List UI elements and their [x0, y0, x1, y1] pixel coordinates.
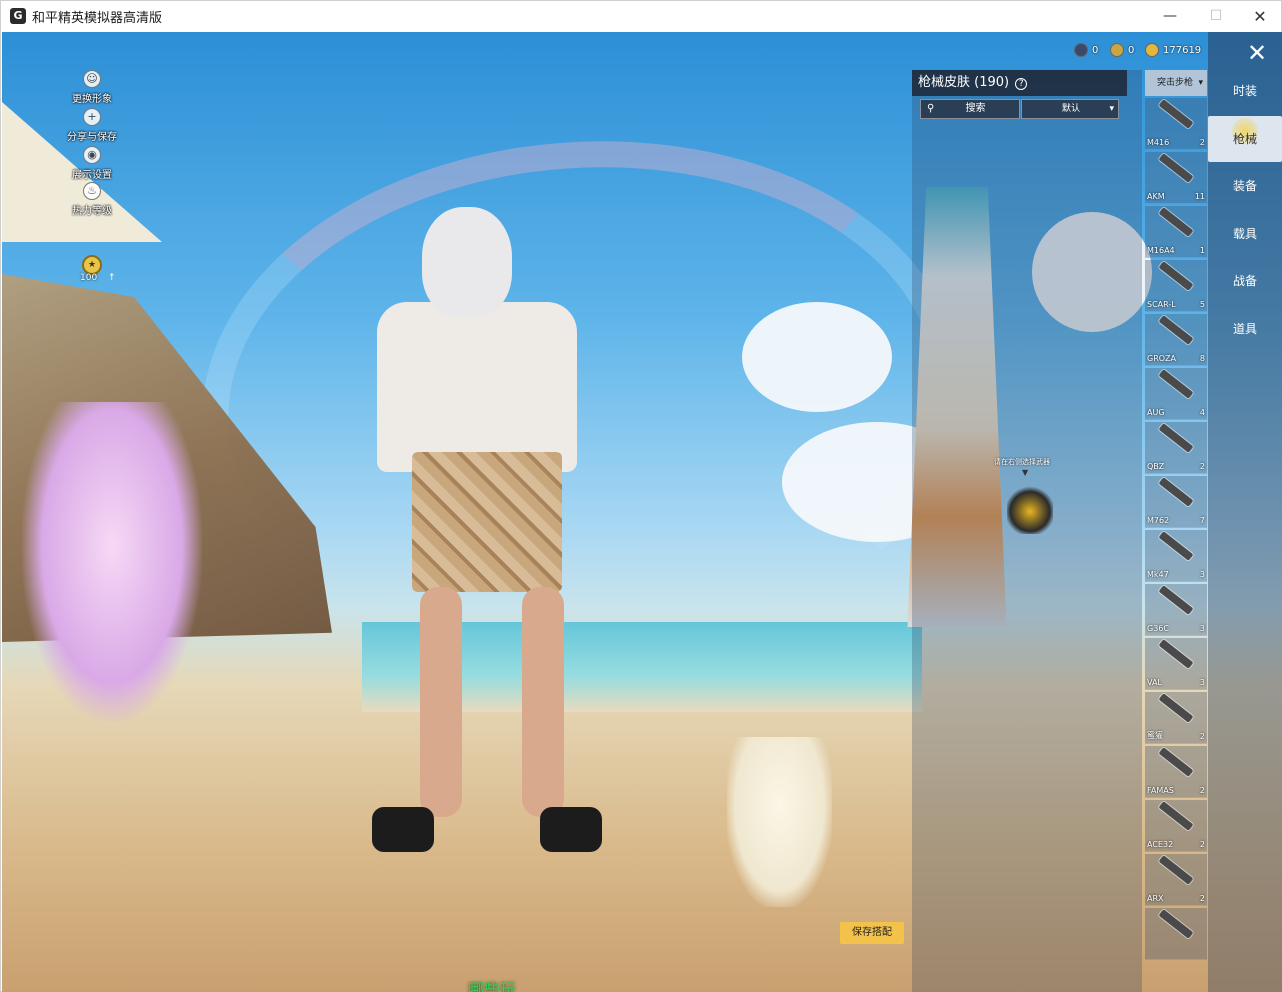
level-value: 100	[80, 273, 98, 283]
weapon-item-mk47[interactable]: Mk47 3	[1145, 530, 1207, 582]
character-head	[422, 207, 512, 317]
down-arrow-icon: ▼	[1022, 468, 1029, 477]
close-panel-icon[interactable]: ✕	[1242, 40, 1272, 66]
nav-tab-fashion[interactable]: 时装	[1208, 68, 1282, 114]
maximize-button[interactable]: ☐	[1193, 1, 1239, 31]
gold-coin-icon	[1145, 43, 1159, 57]
currency-item: 0	[1074, 42, 1098, 58]
plus-icon: +	[83, 108, 101, 126]
app-logo-icon: G	[10, 8, 26, 24]
weapon-item-aug[interactable]: AUG 4	[1145, 368, 1207, 420]
rifle-icon	[1158, 153, 1194, 183]
heat-level-button[interactable]: ♨ 热力等级	[60, 182, 124, 217]
rifle-icon	[1158, 261, 1194, 291]
weapon-item-famas[interactable]: FAMAS 2	[1145, 746, 1207, 798]
search-placeholder: 搜索	[965, 103, 986, 114]
search-icon: ⚲	[927, 103, 935, 114]
character-shoe	[372, 807, 434, 852]
weapon-item-m16a4[interactable]: M16A4 1	[1145, 206, 1207, 258]
eye-icon: ◉	[83, 146, 101, 164]
save-outfit-button[interactable]: 保存搭配	[840, 922, 904, 944]
nav-tab-weapons[interactable]: 枪械	[1208, 116, 1282, 162]
weapon-type-dropdown[interactable]: 突击步枪 ▾	[1145, 70, 1207, 96]
rifle-icon	[1158, 369, 1194, 399]
close-window-button[interactable]: ✕	[1237, 1, 1282, 31]
bottom-banner-text: 哪些玩	[468, 980, 517, 992]
weapon-item-g36c[interactable]: G36C 3	[1145, 584, 1207, 636]
sort-dropdown[interactable]: 默认 ▾	[1021, 99, 1119, 119]
rifle-icon	[1158, 315, 1194, 345]
character-leg	[420, 587, 462, 817]
rifle-icon	[1158, 747, 1194, 777]
weapon-item-scar-l[interactable]: SCAR-L 5	[1145, 260, 1207, 312]
rifle-icon	[1158, 585, 1194, 615]
app-window: G 和平精英模拟器高清版 — ☐ ✕ ☺ 更换形象 + 分享与保存 ◉ 展示设置…	[0, 0, 1282, 992]
nav-tab-items[interactable]: 道具	[1208, 306, 1282, 352]
window-title: 和平精英模拟器高清版	[32, 10, 163, 26]
cloud	[742, 302, 892, 412]
mascot-character	[1007, 484, 1053, 534]
medal-coin-icon	[1110, 43, 1124, 57]
select-weapon-hint: 请在右侧选择武器	[994, 458, 1050, 466]
weapon-item-qbz[interactable]: QBZ 2	[1145, 422, 1207, 474]
currency-item: 0	[1110, 42, 1134, 58]
crystal-horse-mount	[22, 402, 202, 722]
pet-companion[interactable]	[727, 737, 832, 907]
nav-tab-vehicles[interactable]: 载具	[1208, 211, 1282, 257]
points-coin-icon	[1074, 43, 1088, 57]
currency-item: 177619	[1145, 42, 1201, 58]
weapon-item-honey-badger[interactable]: 蜜獾 2	[1145, 692, 1207, 744]
character-shirt	[377, 302, 577, 472]
change-appearance-button[interactable]: ☺ 更换形象	[60, 70, 124, 105]
panel-header: 枪械皮肤 (190) ?	[912, 70, 1127, 96]
player-character[interactable]	[332, 207, 632, 897]
chevron-down-icon: ▾	[1198, 78, 1203, 88]
weapon-item-ace32[interactable]: ACE32 2	[1145, 800, 1207, 852]
character-shoe	[540, 807, 602, 852]
level-up-arrow-icon: ↑	[108, 273, 116, 283]
weapon-item-val[interactable]: VAL 3	[1145, 638, 1207, 690]
person-icon: ☺	[83, 70, 101, 88]
rifle-icon	[1158, 855, 1194, 885]
weapon-item-m762[interactable]: M762 7	[1145, 476, 1207, 528]
character-shorts	[412, 452, 562, 592]
rifle-icon	[1158, 909, 1194, 939]
rifle-icon	[1158, 207, 1194, 237]
weapon-item-m416[interactable]: M416 2	[1145, 98, 1207, 150]
skin-search-input[interactable]: ⚲ 搜索	[920, 99, 1020, 119]
nav-tab-battle-gear[interactable]: 战备	[1208, 258, 1282, 304]
title-bar: G 和平精英模拟器高清版 — ☐ ✕	[1, 1, 1281, 31]
flame-icon: ♨	[83, 182, 101, 200]
share-save-button[interactable]: + 分享与保存	[60, 108, 124, 143]
display-settings-button[interactable]: ◉ 展示设置	[60, 146, 124, 181]
weapon-item-akm[interactable]: AKM 11	[1145, 152, 1207, 204]
game-viewport: ☺ 更换形象 + 分享与保存 ◉ 展示设置 ♨ 热力等级 ★ 100 ↑ 0 0…	[2, 32, 1282, 992]
minimize-button[interactable]: —	[1147, 1, 1193, 31]
panel-title: 枪械皮肤 (190)	[918, 75, 1010, 90]
rifle-icon	[1158, 423, 1194, 453]
rifle-icon	[1158, 99, 1194, 129]
rifle-icon	[1158, 639, 1194, 669]
rifle-icon	[1158, 801, 1194, 831]
sort-value: 默认	[1062, 104, 1081, 114]
rifle-icon	[1158, 477, 1194, 507]
chevron-down-icon: ▾	[1109, 104, 1114, 114]
rifle-icon	[1158, 531, 1194, 561]
weapon-item-unnamed[interactable]	[1145, 908, 1207, 960]
weapon-type-label: 突击步枪	[1157, 78, 1194, 88]
help-icon[interactable]: ?	[1015, 78, 1028, 90]
character-leg	[522, 587, 564, 817]
weapon-item-arx[interactable]: ARX 2	[1145, 854, 1207, 906]
weapon-item-groza[interactable]: GROZA 8	[1145, 314, 1207, 366]
level-badge-icon[interactable]: ★	[82, 255, 102, 275]
nav-tab-equipment[interactable]: 装备	[1208, 163, 1282, 209]
rifle-icon	[1158, 693, 1194, 723]
